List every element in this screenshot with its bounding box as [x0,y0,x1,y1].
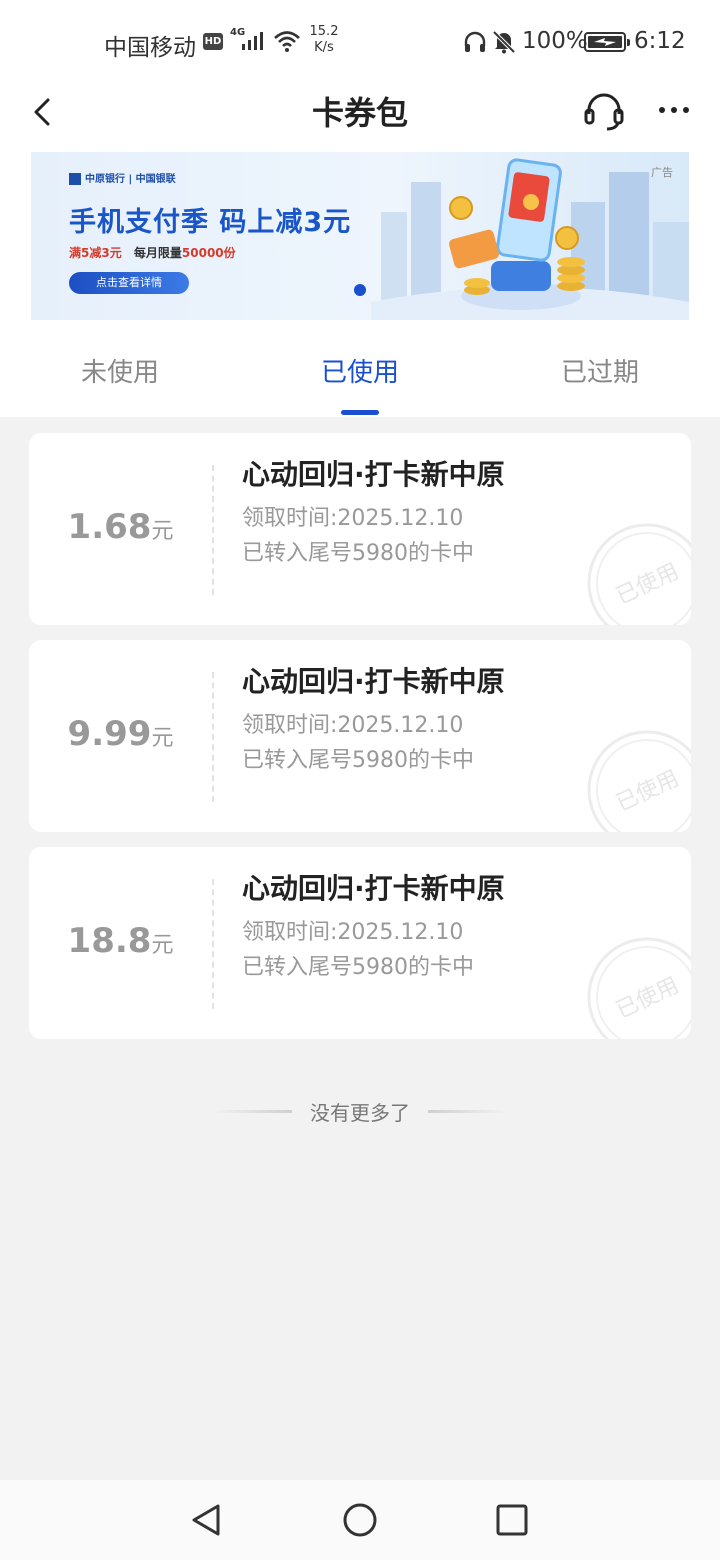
svg-text:已使用: 已使用 [612,973,682,1024]
amount-value: 9.99 [67,714,152,754]
dashed-divider [212,465,214,595]
status-bar: 中国移动 HD 4G 15.2 K/s 100% 6:12 [0,0,720,84]
svg-text:已使用: 已使用 [612,559,682,610]
carousel-indicator [354,284,366,296]
coupon-card[interactable]: 18.8元 心动回归·打卡新中原 领取时间:2025.12.10 已转入尾号59… [29,847,691,1039]
amount-unit: 元 [151,933,174,958]
promo-banner[interactable]: 中原银行 | 中国银联 手机支付季 码上减3元 满5减3元 每月限量50000份… [31,152,689,320]
coupon-transfer-info: 已转入尾号5980的卡中 [242,748,474,773]
signal-icon [242,32,263,50]
nav-back-icon[interactable] [186,1500,226,1540]
banner-cta-button[interactable]: 点击查看详情 [69,272,189,294]
system-nav-bar [0,1480,720,1560]
clock: 6:12 [634,28,686,54]
network-speed: 15.2 K/s [306,24,342,56]
used-stamp-icon: 已使用 [587,523,691,625]
banner-headline: 手机支付季 码上减3元 [69,207,352,238]
nav-recent-icon[interactable] [494,1502,530,1538]
amount-value: 1.68 [67,507,152,547]
banner-subtitle: 满5减3元 每月限量50000份 [69,244,236,261]
phone-coins-illustration [449,158,585,310]
tab-unused[interactable]: 未使用 [40,352,200,389]
hd-badge: HD [203,33,223,50]
banner-container: 中原银行 | 中国银联 手机支付季 码上减3元 满5减3元 每月限量50000份… [0,148,720,324]
dashed-divider [212,672,214,802]
amount-value: 18.8 [67,921,152,961]
banner-offer: 满5减3元 [69,246,122,260]
end-divider-right [428,1110,506,1113]
carrier-name: 中国移动 [104,35,196,61]
tab-used[interactable]: 已使用 [280,352,440,389]
tab-active-indicator [341,410,379,415]
end-of-list-text: 没有更多了 [310,1101,410,1125]
coupon-amount: 1.68元 [29,507,212,547]
dashed-divider [212,879,214,1009]
nav-home-icon[interactable] [340,1500,380,1540]
wifi-icon [274,31,300,52]
speed-value: 15.2 [309,24,339,39]
top-app-bar: 卡券包 [0,84,720,148]
coupon-card[interactable]: 9.99元 心动回归·打卡新中原 领取时间:2025.12.10 已转入尾号59… [29,640,691,832]
battery-percent: 100% [522,28,588,54]
ad-label: 广告 [651,166,673,179]
coupon-claim-date: 领取时间:2025.12.10 [242,506,464,531]
used-stamp-icon: 已使用 [587,937,691,1039]
coupon-tabs: 未使用 已使用 已过期 [0,324,720,417]
speed-unit: K/s [314,40,334,55]
headset-icon[interactable] [581,88,627,134]
banner-limit: 每月限量50000份 [133,246,236,260]
amount-unit: 元 [151,726,174,751]
coupon-title: 心动回归·打卡新中原 [242,458,505,491]
coupon-title: 心动回归·打卡新中原 [242,665,505,698]
more-icon[interactable] [654,94,694,126]
mute-bell-icon [492,30,516,54]
tab-expired[interactable]: 已过期 [520,352,680,389]
used-stamp-icon: 已使用 [587,730,691,832]
coupon-amount: 9.99元 [29,714,212,754]
coupon-transfer-info: 已转入尾号5980的卡中 [242,541,474,566]
coupon-claim-date: 领取时间:2025.12.10 [242,920,464,945]
coupon-title: 心动回归·打卡新中原 [242,872,505,905]
coupon-amount: 18.8元 [29,921,212,961]
coupon-card[interactable]: 1.68元 心动回归·打卡新中原 领取时间:2025.12.10 已转入尾号59… [29,433,691,625]
headphone-icon [464,31,486,52]
amount-unit: 元 [151,519,174,544]
battery-icon [584,32,630,52]
bank-logo: 中原银行 | 中国银联 [69,170,176,185]
svg-text:已使用: 已使用 [612,766,682,817]
coupon-transfer-info: 已转入尾号5980的卡中 [242,955,474,980]
coupon-claim-date: 领取时间:2025.12.10 [242,713,464,738]
